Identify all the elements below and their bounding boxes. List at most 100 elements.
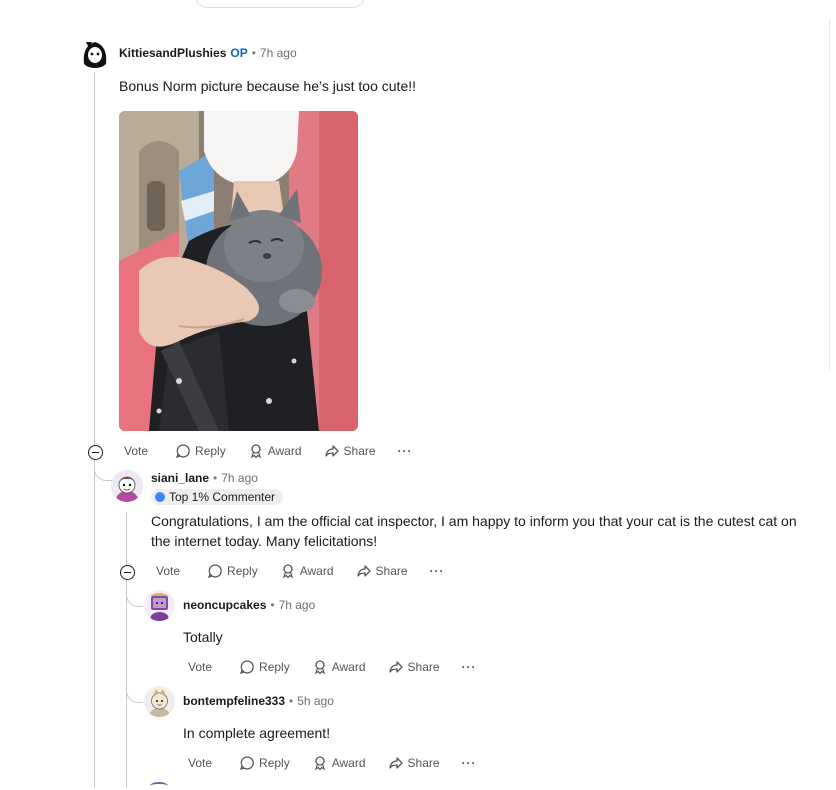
page-edge-divider (829, 20, 830, 370)
award-button[interactable]: Award (280, 563, 334, 579)
username[interactable]: neoncupcakes (183, 598, 266, 612)
vote-group: Vote (183, 659, 217, 675)
comment-body: Totally (183, 629, 223, 645)
chat-bubble-icon (240, 756, 254, 771)
share-button[interactable]: Share (324, 443, 376, 459)
comment-body: Bonus Norm picture because he’s just too… (119, 78, 417, 94)
thread-line-level-2[interactable] (126, 512, 127, 566)
share-label: Share (343, 444, 376, 458)
username[interactable]: KittiesandPlushies (119, 46, 226, 60)
award-label: Award (267, 444, 302, 458)
thread-line-level-1[interactable] (94, 72, 95, 788)
username[interactable]: bontempfeline333 (183, 694, 285, 708)
next-comment-avatar-partial (150, 782, 168, 790)
reply-label: Reply (195, 444, 226, 458)
comment-body-line: the internet today. Many felicitations! (151, 533, 378, 549)
collapse-thread-button[interactable] (88, 445, 103, 460)
comment-meta: KittiesandPlushies OP • 7h ago (119, 45, 297, 61)
award-ribbon-icon (282, 564, 293, 579)
vote-label: Vote (188, 660, 213, 674)
separator-dot: • (289, 694, 294, 708)
reply-button[interactable]: Reply (207, 563, 258, 579)
op-badge: OP (230, 46, 248, 60)
user-flair: Top 1% Commenter (151, 489, 284, 505)
share-button[interactable]: Share (388, 755, 440, 771)
separator-dot: • (213, 471, 218, 485)
thread-elbow (126, 688, 143, 703)
avatar-siani-lane-image (111, 470, 143, 502)
vote-group: Vote (151, 563, 185, 579)
more-dots-icon[interactable]: ··· (398, 443, 413, 459)
award-button[interactable]: Award (312, 755, 366, 771)
separator-dot: • (270, 598, 275, 612)
timestamp[interactable]: 7h ago (221, 471, 258, 485)
collapse-thread-button[interactable] (120, 565, 135, 580)
kitten-photo (119, 111, 358, 431)
award-label: Award (331, 660, 366, 674)
comment-body-line: Congratulations, I am the official cat i… (151, 513, 797, 529)
avatar-kittiesandplushies[interactable] (80, 38, 110, 70)
flair-icon (155, 492, 165, 502)
comment-body: In complete agreement! (183, 725, 331, 741)
comment-image[interactable] (119, 111, 358, 431)
thread-elbow (126, 592, 143, 607)
flair-label: Top 1% Commenter (169, 490, 276, 504)
vote-group: Vote (119, 443, 153, 459)
avatar-bontempfeline333[interactable] (144, 686, 175, 717)
share-arrow-icon (388, 661, 403, 673)
comment-actions: Vote Reply Award Share ··· (183, 755, 477, 771)
chat-bubble-icon (240, 660, 254, 675)
reply-button[interactable]: Reply (239, 755, 290, 771)
more-dots-icon[interactable]: ··· (462, 755, 477, 771)
timestamp[interactable]: 7h ago (260, 46, 297, 60)
comment-meta: bontempfeline333 • 5h ago (183, 693, 334, 709)
vote-label: Vote (156, 564, 181, 578)
avatar-neoncupcakes-image (144, 590, 175, 621)
reply-label: Reply (227, 564, 258, 578)
comment-meta: siani_lane • 7h ago (151, 470, 258, 486)
reply-button[interactable]: Reply (239, 659, 290, 675)
comment-actions: Vote Reply Award Share ··· (119, 443, 413, 459)
share-button[interactable]: Share (388, 659, 440, 675)
award-ribbon-icon (314, 756, 325, 771)
collapse-minus-icon (92, 452, 99, 453)
share-arrow-icon (324, 445, 339, 457)
share-label: Share (375, 564, 408, 578)
vote-label: Vote (124, 444, 149, 458)
award-ribbon-icon (250, 444, 261, 459)
thread-elbow (94, 466, 113, 481)
award-button[interactable]: Award (312, 659, 366, 675)
avatar-kittiesandplushies-image (80, 39, 110, 69)
reply-button[interactable]: Reply (175, 443, 226, 459)
share-label: Share (407, 660, 440, 674)
more-dots-icon[interactable]: ··· (430, 563, 445, 579)
share-arrow-icon (388, 757, 403, 769)
comment-body: Congratulations, I am the official cat i… (151, 511, 821, 551)
award-label: Award (299, 564, 334, 578)
collapse-minus-icon (124, 572, 131, 573)
share-button[interactable]: Share (356, 563, 408, 579)
comment-actions: Vote Reply Award Share ··· (151, 563, 445, 579)
award-label: Award (331, 756, 366, 770)
chat-bubble-icon (208, 564, 222, 579)
thread-line-level-2-lower[interactable] (126, 578, 127, 788)
timestamp[interactable]: 7h ago (279, 598, 316, 612)
award-ribbon-icon (314, 660, 325, 675)
top-pill-element[interactable] (194, 0, 366, 8)
comment-meta: neoncupcakes • 7h ago (183, 597, 315, 613)
avatar-neoncupcakes[interactable] (144, 590, 175, 621)
username[interactable]: siani_lane (151, 471, 209, 485)
more-dots-icon[interactable]: ··· (462, 659, 477, 675)
reply-label: Reply (259, 660, 290, 674)
share-label: Share (407, 756, 440, 770)
chat-bubble-icon (176, 444, 190, 459)
separator-dot: • (251, 46, 256, 60)
timestamp[interactable]: 5h ago (297, 694, 334, 708)
share-arrow-icon (356, 565, 371, 577)
vote-group: Vote (183, 755, 217, 771)
vote-label: Vote (188, 756, 213, 770)
avatar-bontempfeline333-image (144, 686, 175, 717)
avatar-siani-lane[interactable] (111, 470, 143, 502)
award-button[interactable]: Award (248, 443, 302, 459)
reply-label: Reply (259, 756, 290, 770)
